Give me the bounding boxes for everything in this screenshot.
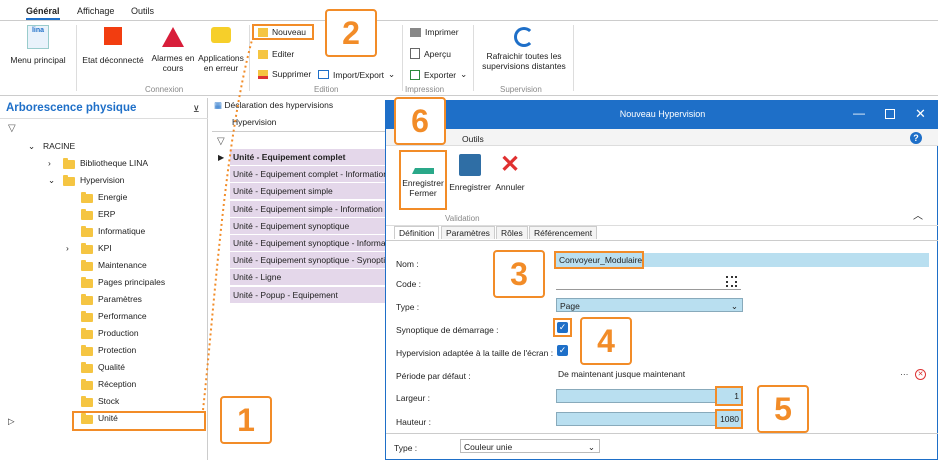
callout-5: 5	[757, 385, 809, 433]
unite-highlight	[72, 411, 206, 431]
callout-4: 4	[580, 317, 632, 365]
callout-1: 1	[220, 396, 272, 444]
callout-6: 6	[394, 97, 446, 145]
callout-2: 2	[325, 9, 377, 57]
callout-3: 3	[493, 250, 545, 298]
